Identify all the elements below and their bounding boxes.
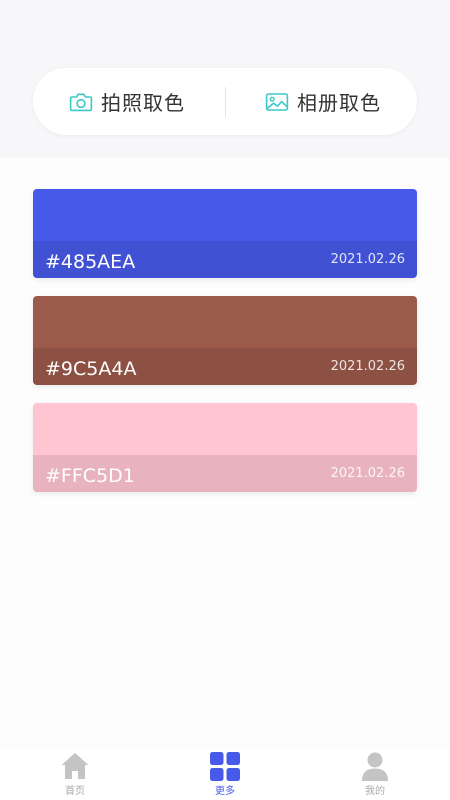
color-card[interactable]: #FFC5D1 2021.02.26 xyxy=(33,403,417,492)
nav-label-home: 首页 xyxy=(65,786,85,797)
color-hex-code: #9C5A4A xyxy=(45,358,137,380)
color-date: 2021.02.26 xyxy=(330,466,405,481)
nav-item-more[interactable]: 更多 xyxy=(150,750,300,800)
color-list: #485AEA 2021.02.26 #9C5A4A 2021.02.26 #F… xyxy=(33,189,417,510)
album-pick-button[interactable]: 相册取色 xyxy=(265,68,381,135)
color-card-footer: #9C5A4A 2021.02.26 xyxy=(33,348,417,385)
color-picker-bar: 拍照取色 相册取色 xyxy=(33,68,417,135)
picker-divider xyxy=(225,87,226,117)
top-area: 拍照取色 相册取色 xyxy=(0,0,450,158)
color-hex-code: #485AEA xyxy=(45,251,136,273)
nav-item-home[interactable]: 首页 xyxy=(0,750,150,800)
camera-pick-label: 拍照取色 xyxy=(101,91,185,115)
color-date: 2021.02.26 xyxy=(330,252,405,267)
camera-icon xyxy=(69,93,93,111)
color-history-area: #485AEA 2021.02.26 #9C5A4A 2021.02.26 #F… xyxy=(0,158,450,750)
user-icon xyxy=(362,752,388,781)
nav-label-profile: 我的 xyxy=(365,786,385,797)
color-card-footer: #FFC5D1 2021.02.26 xyxy=(33,455,417,492)
home-icon xyxy=(61,753,89,779)
album-pick-label: 相册取色 xyxy=(297,91,381,115)
camera-pick-button[interactable]: 拍照取色 xyxy=(69,68,185,135)
color-card-footer: #485AEA 2021.02.26 xyxy=(33,241,417,278)
color-date: 2021.02.26 xyxy=(330,359,405,374)
nav-label-more: 更多 xyxy=(215,786,235,797)
bottom-nav: 首页 更多 我的 xyxy=(0,750,450,800)
nav-item-profile[interactable]: 我的 xyxy=(300,750,450,800)
grid-icon xyxy=(210,752,240,781)
image-icon xyxy=(265,92,289,111)
color-card[interactable]: #485AEA 2021.02.26 xyxy=(33,189,417,278)
color-hex-code: #FFC5D1 xyxy=(45,465,135,487)
color-card[interactable]: #9C5A4A 2021.02.26 xyxy=(33,296,417,385)
